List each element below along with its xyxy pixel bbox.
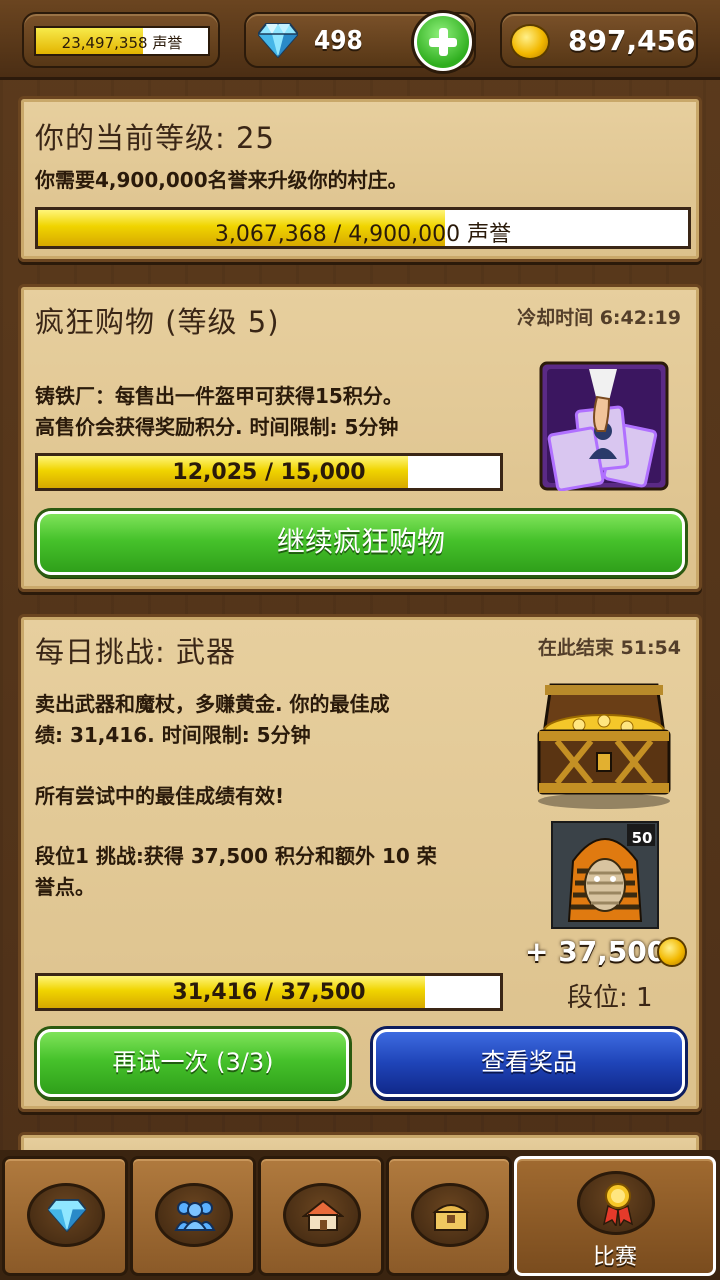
frenzy-progress-text: 12,025 / 15,000	[172, 460, 366, 485]
daily-progress-bar: 31,416 / 37,500	[35, 973, 503, 1011]
frenzy-desc-line1: 铸铁厂：每售出一件盔甲可获得15积分。	[35, 384, 403, 408]
buy-gems-button[interactable]	[414, 13, 472, 71]
bottom-navigation: 比赛	[0, 1150, 720, 1280]
level-progress-text: 3,067,368 / 4,900,000 声誉	[214, 222, 512, 247]
level-title: 你的当前等级: 25	[35, 121, 275, 155]
gem-count: 498	[314, 26, 363, 56]
reward-coin-icon	[657, 937, 687, 967]
avatar-level-badge: 50	[631, 829, 653, 847]
cards-icon	[539, 361, 669, 491]
gold-coin-icon	[510, 24, 550, 60]
cooldown-timer: 冷却时间 6:42:19	[517, 307, 681, 329]
reward-amount: + 37,500	[525, 935, 667, 968]
nav-tab-shop[interactable]	[2, 1156, 128, 1276]
daily-desc-line3: 所有尝试中的最佳成绩有效!	[35, 784, 285, 808]
top-bar: 23,497,358 声誉 498 897,456	[0, 0, 720, 80]
view-prizes-button[interactable]: 查看奖品	[373, 1029, 685, 1097]
daily-progress-text: 31,416 / 37,500	[172, 980, 366, 1005]
medal-icon	[602, 1183, 634, 1226]
nav-tab-contest[interactable]: 比赛	[514, 1156, 716, 1276]
continue-frenzy-button[interactable]: 继续疯狂购物	[37, 511, 685, 575]
fame-value: 23,497,358	[61, 34, 148, 52]
people-icon	[174, 1201, 216, 1231]
level-description: 你需要4,900,000名誉来升级你的村庄。	[35, 168, 408, 192]
level-progress-bar: 3,067,368 / 4,900,000 声誉	[35, 207, 691, 249]
daily-desc-line1: 卖出武器和魔杖，多赚黄金. 你的最佳成	[35, 692, 390, 716]
fame-bar: 23,497,358 声誉	[34, 26, 210, 56]
house-icon	[302, 1199, 344, 1231]
tier-label: 段位: 1	[567, 983, 653, 1013]
diamond-icon	[258, 23, 298, 58]
daily-desc-line4: 段位1 挑战:获得 37,500 积分和额外 10 荣	[35, 844, 437, 868]
level-panel: 你的当前等级: 25 你需要4,900,000名誉来升级你的村庄。 3,067,…	[18, 96, 702, 262]
daily-desc-line2: 绩: 31,416. 时间限制: 5分钟	[35, 723, 311, 747]
fame-counter: 23,497,358 声誉	[22, 12, 220, 68]
treasure-chest-icon	[537, 683, 671, 809]
gold-count: 897,456	[568, 24, 696, 57]
nav-tab-village[interactable]	[258, 1156, 384, 1276]
gold-counter: 897,456	[500, 12, 698, 68]
daily-desc-line5: 誉点。	[35, 875, 95, 899]
chest-icon	[432, 1204, 470, 1231]
nav-tab-friends[interactable]	[130, 1156, 256, 1276]
contest-label: 比赛	[592, 1245, 637, 1270]
daily-title: 每日挑战: 武器	[35, 635, 236, 669]
retry-button[interactable]: 再试一次 (3/3)	[37, 1029, 349, 1097]
challenge-end-timer: 在此结束 51:54	[537, 637, 681, 659]
frenzy-shopping-panel: 疯狂购物 (等级 5) 冷却时间 6:42:19 铸铁厂：每售出一件盔甲可获得1…	[18, 284, 702, 592]
nav-tab-chest[interactable]	[386, 1156, 512, 1276]
daily-challenge-panel: 每日挑战: 武器 在此结束 51:54 卖出武器和魔杖，多赚黄金. 你的最佳成 …	[18, 614, 702, 1112]
diamond-icon	[48, 1198, 86, 1232]
frenzy-progress-bar: 12,025 / 15,000	[35, 453, 503, 491]
frenzy-title: 疯狂购物 (等级 5)	[35, 305, 280, 339]
fame-unit: 声誉	[152, 34, 183, 52]
frenzy-desc-line2: 高售价会获得奖励积分. 时间限制: 5分钟	[35, 415, 399, 439]
